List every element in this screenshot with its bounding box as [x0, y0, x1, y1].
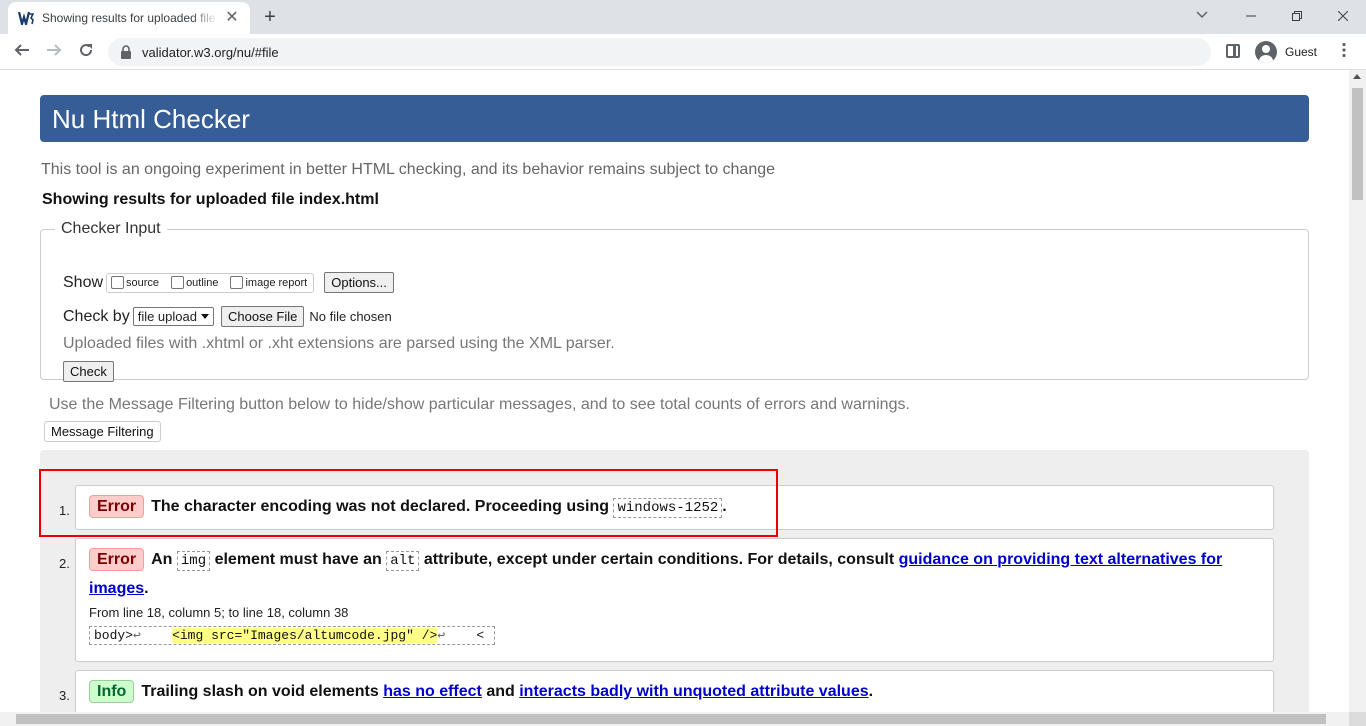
browser-toolbar: validator.w3.org/nu/#file Guest — [0, 34, 1366, 70]
message-text: and — [486, 683, 515, 700]
page-title: Nu Html Checker — [52, 104, 250, 134]
address-bar[interactable]: validator.w3.org/nu/#file — [108, 38, 1211, 66]
return-symbol-icon: ↩ — [133, 628, 141, 643]
filter-note: Use the Message Filtering button below t… — [49, 396, 910, 413]
browser-tab-bar: Showing results for uploaded file index.… — [0, 0, 1366, 34]
choose-file-button[interactable]: Choose File — [220, 306, 305, 327]
check-button[interactable]: Check — [63, 361, 114, 382]
code-snippet: alt — [386, 551, 420, 571]
info-badge: Info — [89, 680, 135, 703]
image-report-option[interactable]: image report — [230, 276, 307, 289]
checkby-selected-value: file upload — [137, 309, 197, 324]
source-option[interactable]: source — [111, 276, 159, 289]
profile-label: Guest — [1285, 45, 1318, 59]
xml-parser-note: Uploaded files with .xhtml or .xht exten… — [63, 335, 615, 352]
message-number: 2. — [59, 556, 70, 571]
location-text: From line 18, column 5; to line 18, colu… — [89, 605, 349, 620]
source-label: source — [126, 276, 160, 289]
scroll-up-arrow-icon[interactable] — [1353, 74, 1361, 79]
outline-label: outline — [186, 276, 219, 289]
show-row: Show source outline image report Options… — [63, 272, 394, 293]
checkby-select[interactable]: file upload — [132, 307, 214, 326]
message-text: An — [151, 551, 173, 568]
checker-input-legend: Checker Input — [61, 220, 161, 237]
message-text: attribute, except under certain conditio… — [423, 551, 895, 568]
profile-button[interactable]: Guest — [1252, 39, 1326, 65]
url-text: validator.w3.org/nu/#file — [142, 44, 279, 60]
tagline: This tool is an ongoing experiment in be… — [41, 161, 776, 178]
message-text-end: . — [868, 683, 874, 700]
browser-tab[interactable]: Showing results for uploaded file index.… — [8, 2, 250, 34]
lock-icon[interactable] — [120, 45, 132, 59]
unquoted-attribute-link[interactable]: interacts badly with unquoted attribute … — [519, 683, 868, 700]
red-highlight-box — [39, 469, 778, 537]
message-text: Trailing slash on void elements — [141, 683, 379, 700]
code-snippet: img — [176, 551, 211, 571]
image-report-checkbox[interactable] — [230, 276, 244, 289]
extract-after: < — [445, 628, 485, 643]
source-checkbox[interactable] — [111, 276, 125, 289]
tab-title: Showing results for uploaded file index.… — [42, 11, 218, 25]
message-text: element must have an — [214, 551, 382, 568]
horizontal-scroll-thumb[interactable] — [16, 714, 1326, 724]
kebab-menu-icon[interactable] — [1336, 42, 1352, 63]
no-effect-link[interactable]: has no effect — [383, 683, 482, 700]
result-message-2: 2. Error An img element must have an alt … — [59, 538, 1274, 662]
vertical-scrollbar[interactable] — [1349, 70, 1366, 712]
w3c-favicon-icon — [18, 10, 34, 26]
horizontal-scrollbar[interactable] — [0, 712, 1349, 726]
extract-before: body> — [94, 628, 134, 643]
message-filtering-button[interactable]: Message Filtering — [44, 421, 161, 442]
reload-icon[interactable] — [74, 40, 98, 64]
close-window-icon[interactable] — [1320, 4, 1366, 28]
extract-gap — [141, 628, 172, 643]
outline-option[interactable]: outline — [171, 276, 218, 289]
checker-input-fieldset: Checker Input Show source outline image … — [40, 220, 1309, 382]
code-extract: body>↩ <img src="Images/altumcode.jpg" /… — [89, 626, 496, 645]
extract-highlight: <img src="Images/altumcode.jpg" /> — [172, 628, 438, 643]
restore-icon[interactable] — [1274, 4, 1320, 28]
guest-avatar-icon — [1255, 41, 1277, 63]
tab-search-chevron-icon[interactable] — [1196, 6, 1208, 22]
results-title: Showing results for uploaded file index.… — [42, 191, 379, 208]
vertical-scroll-thumb[interactable] — [1352, 88, 1363, 200]
show-label: Show — [63, 273, 104, 291]
result-message-3: 3. Info Trailing slash on void elements h… — [59, 670, 1274, 712]
header-banner: Nu Html Checker — [40, 95, 1309, 142]
page-content: Nu Html Checker This tool is an ongoing … — [0, 70, 1349, 712]
outline-checkbox[interactable] — [171, 276, 185, 289]
return-symbol-icon: ↩ — [437, 628, 446, 643]
new-tab-button[interactable]: + — [258, 6, 282, 28]
checkby-label: Check by — [63, 307, 130, 325]
forward-arrow-icon[interactable] — [42, 40, 66, 64]
minimize-icon[interactable] — [1228, 4, 1274, 28]
message-number: 3. — [59, 688, 70, 703]
scrollbar-corner — [1349, 712, 1366, 726]
checkby-row: Check by file upload Choose File No file… — [63, 306, 392, 327]
image-report-label: image report — [245, 276, 308, 289]
error-badge: Error — [89, 548, 145, 571]
dropdown-arrow-icon — [200, 314, 209, 319]
show-options-group: source outline image report — [106, 272, 315, 293]
back-arrow-icon[interactable] — [10, 40, 34, 64]
no-file-text: No file chosen — [309, 309, 392, 324]
side-panel-icon[interactable] — [1226, 44, 1240, 58]
options-button[interactable]: Options... — [324, 272, 394, 293]
message-text-end: . — [144, 580, 149, 597]
close-tab-icon[interactable]: ✕ — [224, 10, 240, 26]
